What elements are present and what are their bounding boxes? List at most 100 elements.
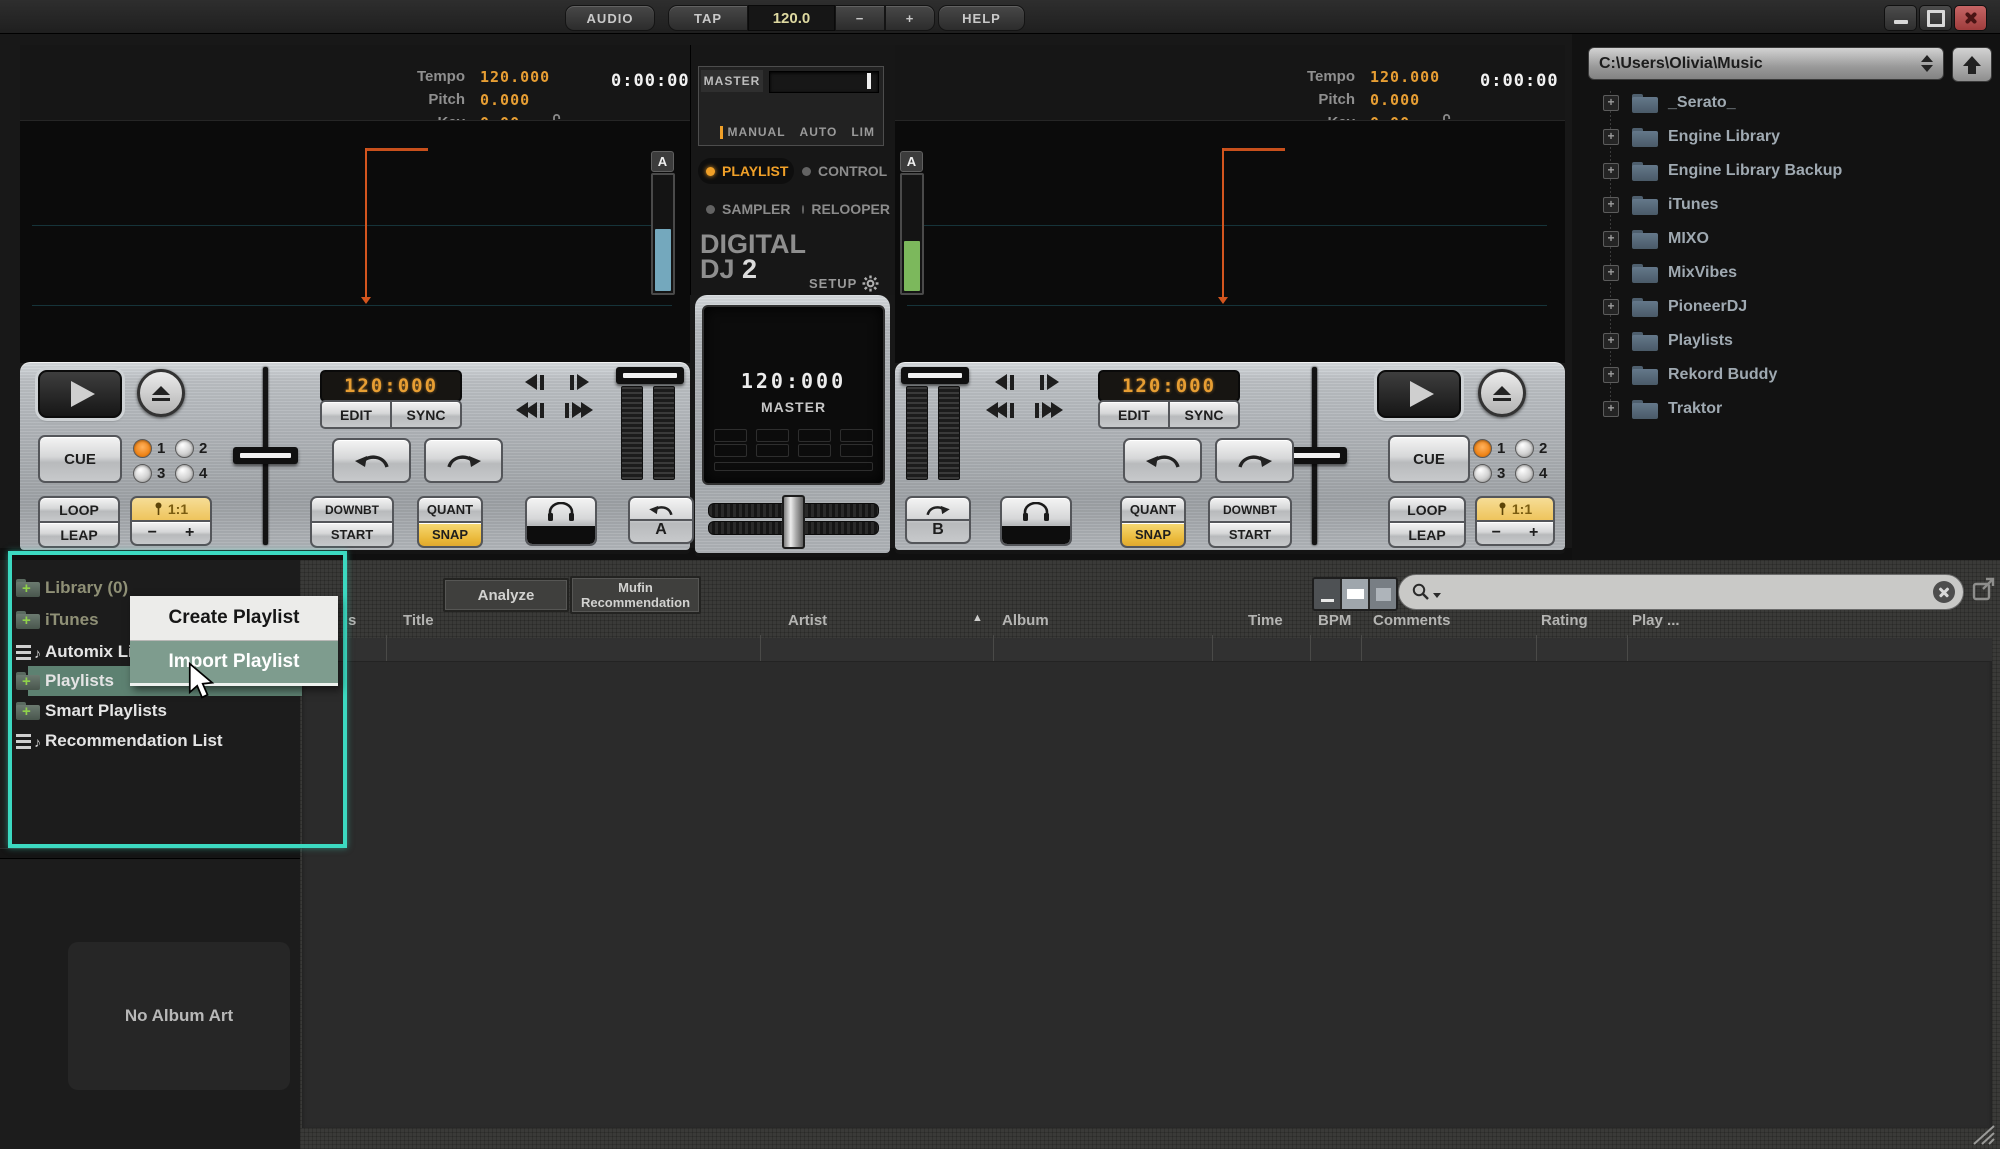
- hotcue-3[interactable]: 3: [1473, 464, 1505, 483]
- audio-button[interactable]: AUDIO: [565, 5, 655, 31]
- hotcue-4[interactable]: 4: [175, 464, 207, 483]
- loop-plus-button[interactable]: +: [185, 524, 194, 542]
- mode-auto[interactable]: AUTO: [800, 125, 838, 139]
- volume-fader-track[interactable]: [653, 386, 675, 480]
- sidebar-splitter[interactable]: [0, 848, 300, 859]
- tree-item[interactable]: +MIXO: [1572, 224, 2000, 254]
- snap-button[interactable]: SNAP: [417, 521, 483, 548]
- tab-relooper[interactable]: RELOOPER: [794, 196, 890, 222]
- downbeat-button[interactable]: DOWNBT: [310, 496, 394, 523]
- sync-button[interactable]: SYNC: [390, 400, 462, 429]
- hotcue-4[interactable]: 4: [1515, 464, 1547, 483]
- expand-icon[interactable]: +: [1603, 231, 1619, 247]
- volume-fader-track[interactable]: [906, 386, 928, 480]
- loop-size-buttons[interactable]: − +: [1475, 520, 1555, 546]
- edit-button[interactable]: EDIT: [320, 400, 392, 429]
- tree-item[interactable]: +Traktor: [1572, 394, 2000, 424]
- hotcue-1-radio[interactable]: [133, 439, 152, 458]
- nudge-forward-button[interactable]: [1040, 374, 1059, 390]
- track-list-empty[interactable]: [302, 638, 1992, 1128]
- expand-icon[interactable]: +: [1603, 129, 1619, 145]
- play-button[interactable]: [38, 370, 122, 418]
- expand-icon[interactable]: +: [1603, 265, 1619, 281]
- hotcue-2-radio[interactable]: [175, 439, 194, 458]
- deck-b-waveform[interactable]: A: [895, 120, 1565, 363]
- column-header-comments[interactable]: Comments: [1373, 612, 1451, 629]
- analyze-button[interactable]: Analyze: [443, 578, 569, 612]
- headphone-cue-button[interactable]: [1000, 496, 1072, 546]
- tree-item[interactable]: +Engine Library Backup: [1572, 156, 2000, 186]
- hotcue-1[interactable]: 1: [133, 439, 165, 458]
- tab-sampler[interactable]: SAMPLER: [698, 196, 794, 222]
- bpm-decrease-button[interactable]: −: [835, 5, 885, 31]
- hotcue-2[interactable]: 2: [1515, 439, 1547, 458]
- downbeat-button[interactable]: DOWNBT: [1208, 496, 1292, 523]
- tree-item[interactable]: +Playlists: [1572, 326, 2000, 356]
- seek-back-button[interactable]: [516, 402, 544, 418]
- menu-item-import-playlist[interactable]: Import Playlist: [130, 641, 338, 686]
- resize-grip[interactable]: [1968, 1120, 1996, 1146]
- leap-button[interactable]: LEAP: [38, 521, 120, 548]
- view-large-button[interactable]: [1370, 579, 1396, 609]
- seek-forward-button[interactable]: [1035, 402, 1063, 418]
- hotcue-2[interactable]: 2: [175, 439, 207, 458]
- snap-button[interactable]: SNAP: [1120, 521, 1186, 548]
- hotcue-1-radio[interactable]: [1473, 439, 1492, 458]
- mufin-recommendation-button[interactable]: MufinRecommendation: [570, 576, 701, 614]
- pitch-fader-handle[interactable]: [233, 447, 298, 464]
- tree-item[interactable]: +Rekord Buddy: [1572, 360, 2000, 390]
- loop-size-buttons[interactable]: − +: [130, 520, 212, 546]
- censor-back-button[interactable]: [1123, 438, 1202, 483]
- loop-button[interactable]: LOOP: [1388, 496, 1466, 523]
- nudge-back-button[interactable]: [525, 374, 544, 390]
- quant-button[interactable]: QUANT: [417, 496, 483, 523]
- headphone-cue-button[interactable]: [525, 496, 597, 546]
- mode-lim[interactable]: LIM: [851, 125, 875, 139]
- menu-item-create-playlist[interactable]: Create Playlist: [130, 596, 338, 641]
- loop-button[interactable]: LOOP: [38, 496, 120, 523]
- column-header-bpm[interactable]: BPM: [1318, 612, 1351, 629]
- quant-button[interactable]: QUANT: [1120, 496, 1186, 523]
- column-header-time[interactable]: Time: [1248, 612, 1283, 629]
- eject-button[interactable]: [1478, 369, 1526, 417]
- tab-playlist[interactable]: PLAYLIST: [698, 158, 794, 184]
- start-button[interactable]: START: [1208, 521, 1292, 548]
- edit-button[interactable]: EDIT: [1098, 400, 1170, 429]
- deck-a-waveform[interactable]: A: [20, 120, 690, 363]
- sync-button[interactable]: SYNC: [1168, 400, 1240, 429]
- expand-icon[interactable]: +: [1603, 401, 1619, 417]
- column-header-album[interactable]: Album: [1002, 612, 1049, 629]
- volume-fader-handle[interactable]: [616, 367, 684, 384]
- cue-button[interactable]: CUE: [1388, 435, 1470, 483]
- nudge-forward-button[interactable]: [570, 374, 589, 390]
- seek-forward-button[interactable]: [565, 402, 593, 418]
- censor-forward-button[interactable]: [1215, 438, 1294, 483]
- path-dropdown[interactable]: C:\Users\Olivia\Music: [1588, 47, 1944, 80]
- bpm-increase-button[interactable]: +: [885, 5, 935, 31]
- tap-button[interactable]: TAP: [668, 5, 748, 31]
- hotcue-4-radio[interactable]: [1515, 464, 1534, 483]
- setup-button[interactable]: SETUP: [809, 275, 879, 292]
- loop-minus-button[interactable]: −: [148, 524, 157, 542]
- search-input[interactable]: [1447, 583, 1933, 602]
- seek-back-button[interactable]: [986, 402, 1014, 418]
- censor-back-button[interactable]: [332, 438, 411, 483]
- view-small-button[interactable]: [1314, 579, 1340, 609]
- external-window-icon[interactable]: [1972, 576, 1996, 602]
- expand-icon[interactable]: +: [1603, 163, 1619, 179]
- tree-item[interactable]: +Engine Library: [1572, 122, 2000, 152]
- master-volume-handle[interactable]: [867, 73, 871, 89]
- censor-forward-button[interactable]: [424, 438, 503, 483]
- help-button[interactable]: HELP: [938, 5, 1025, 31]
- column-header-title[interactable]: Title: [403, 612, 434, 629]
- tab-control[interactable]: CONTROL: [794, 158, 890, 184]
- start-button[interactable]: START: [310, 521, 394, 548]
- column-header-play[interactable]: Play ...: [1632, 612, 1680, 629]
- nudge-back-button[interactable]: [995, 374, 1014, 390]
- loop-plus-button[interactable]: +: [1529, 524, 1538, 542]
- expand-icon[interactable]: +: [1603, 299, 1619, 315]
- mode-manual[interactable]: MANUAL: [728, 125, 786, 139]
- volume-fader-track[interactable]: [938, 386, 960, 480]
- hotcue-3-radio[interactable]: [1473, 464, 1492, 483]
- hotcue-4-radio[interactable]: [175, 464, 194, 483]
